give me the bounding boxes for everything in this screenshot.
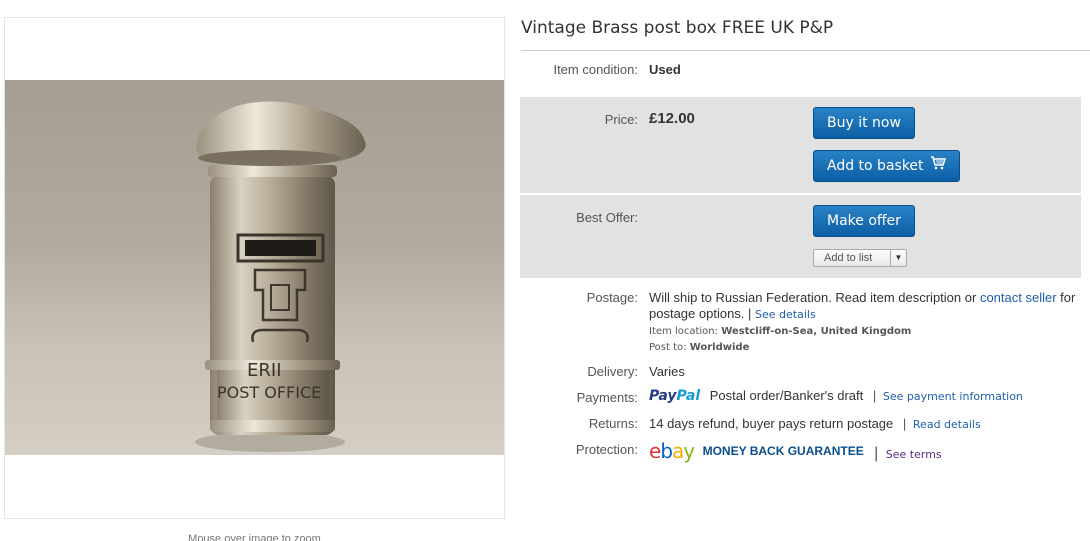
item-photo[interactable]: ERII POST OFFICE: [5, 80, 504, 455]
make-offer-label: Make offer: [827, 213, 901, 229]
condition-label: Item condition:: [553, 62, 638, 77]
returns-text: 14 days refund, buyer pays return postag…: [649, 416, 894, 431]
item-location-value: Westcliff-on-Sea, United Kingdom: [721, 326, 912, 337]
protection-label: Protection:: [575, 442, 638, 457]
returns-label: Returns:: [588, 416, 638, 431]
contact-seller-link[interactable]: contact seller: [980, 290, 1057, 305]
add-to-basket-label: Add to basket: [827, 158, 924, 174]
photo-engraving-post-office: POST OFFICE: [217, 383, 321, 402]
ebay-logo: ebay: [649, 439, 695, 463]
payments-value: PayPal Postal order/Banker's draft | See…: [649, 388, 1023, 404]
photo-engraving-erii: ERII: [247, 360, 282, 381]
add-to-list-label: Add to list: [824, 252, 873, 264]
postage-text-1: Will ship to Russian Federation. Read it…: [649, 290, 977, 305]
see-terms-link[interactable]: See terms: [886, 448, 942, 461]
post-box-photo-image: ERII POST OFFICE: [195, 101, 366, 452]
paypal-logo: PayPal: [649, 388, 701, 404]
post-to-line: Post to: Worldwide: [649, 340, 1079, 356]
postage-details: Will ship to Russian Federation. Read it…: [649, 290, 1079, 356]
buy-it-now-button[interactable]: Buy it now: [813, 107, 915, 139]
protection-value: ebay MONEY BACK GUARANTEE | See terms: [649, 439, 942, 463]
post-to-value: Worldwide: [689, 342, 750, 353]
item-location-label: Item location:: [649, 326, 718, 337]
buy-it-now-label: Buy it now: [827, 115, 901, 131]
separator: |: [872, 388, 877, 403]
payment-other: Postal order/Banker's draft: [709, 388, 864, 403]
best-offer-panel: [520, 195, 1081, 278]
money-back-guarantee: MONEY BACK GUARANTEE: [702, 444, 864, 458]
separator: |: [748, 306, 752, 321]
separator: |: [902, 416, 907, 431]
add-to-basket-button[interactable]: Add to basket: [813, 150, 960, 182]
item-title: Vintage Brass post box FREE UK P&P: [521, 18, 834, 38]
title-divider: [521, 50, 1090, 51]
payments-label: Payments:: [576, 390, 638, 405]
price-value: £12.00: [649, 110, 695, 127]
post-to-label: Post to:: [649, 342, 687, 353]
see-details-link[interactable]: See details: [755, 308, 816, 321]
returns-value: 14 days refund, buyer pays return postag…: [649, 416, 981, 431]
separator: |: [874, 445, 879, 462]
delivery-value: Varies: [649, 364, 685, 379]
best-offer-label: Best Offer:: [576, 210, 638, 225]
item-image-panel[interactable]: ERII POST OFFICE: [4, 17, 505, 519]
make-offer-button[interactable]: Make offer: [813, 205, 915, 237]
read-details-link[interactable]: Read details: [913, 418, 981, 431]
price-label: Price:: [604, 112, 638, 127]
condition-value: Used: [649, 62, 681, 77]
postage-label: Postage:: [586, 290, 638, 305]
add-to-list-dropdown[interactable]: Add to list ▼: [813, 249, 907, 267]
delivery-label: Delivery:: [587, 364, 638, 379]
zoom-hint: Mouse over image to zoom: [188, 533, 321, 541]
cart-icon: [930, 151, 946, 181]
see-payment-info-link[interactable]: See payment information: [883, 390, 1023, 403]
item-location-line: Item location: Westcliff-on-Sea, United …: [649, 324, 1079, 340]
chevron-down-icon[interactable]: ▼: [890, 250, 906, 266]
